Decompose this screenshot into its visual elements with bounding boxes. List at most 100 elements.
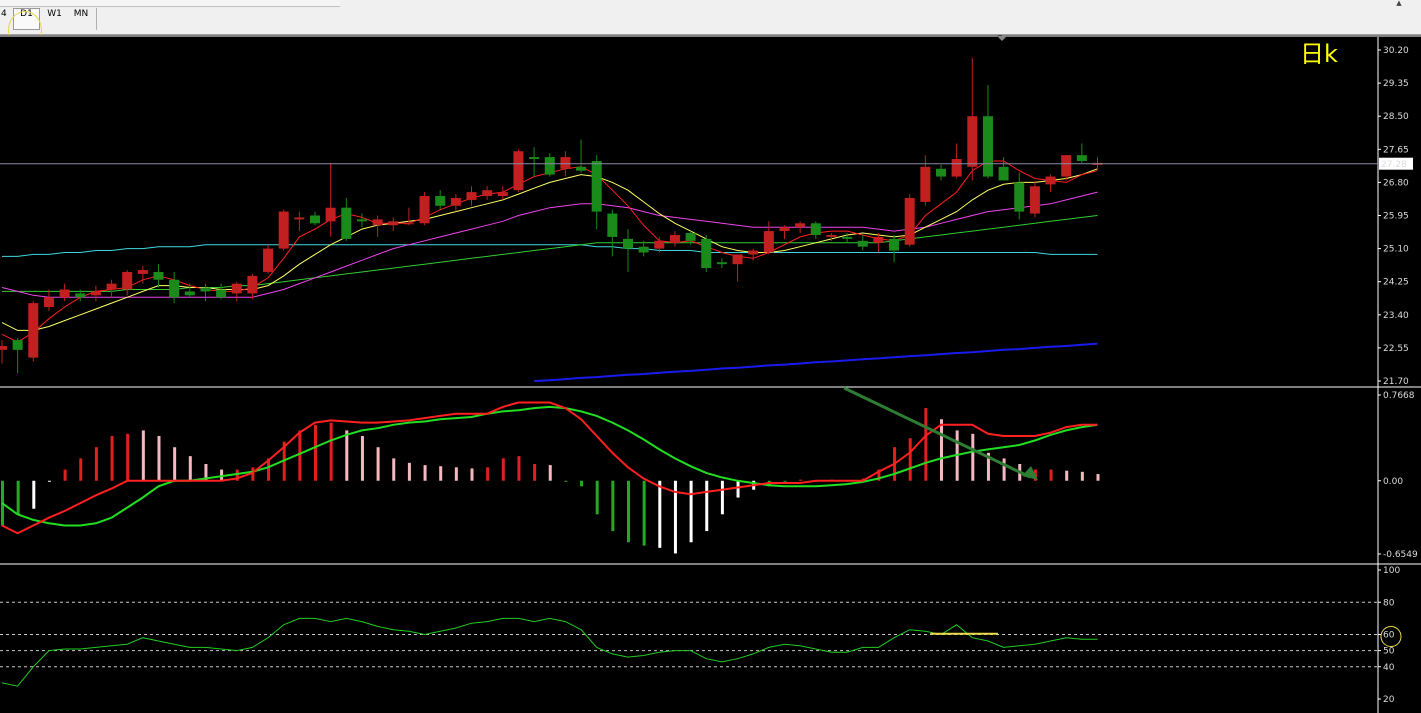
- price-tick-label: 21.70: [1383, 377, 1409, 387]
- candle-body: [654, 240, 665, 249]
- macd-histogram-bar: [94, 447, 98, 481]
- candle-body: [43, 297, 54, 308]
- candle-body: [325, 207, 336, 222]
- candle-body: [90, 291, 101, 296]
- price-tick-label: 30.20: [1383, 46, 1409, 56]
- candle-body: [685, 233, 696, 241]
- candle-body: [1061, 155, 1072, 177]
- candle-body: [28, 303, 39, 358]
- candle-body: [435, 196, 446, 206]
- macd-histogram-bar: [705, 480, 709, 532]
- tab-w1[interactable]: W1: [42, 8, 67, 30]
- macd-histogram-bar: [799, 479, 803, 481]
- candle-body: [842, 236, 853, 239]
- candle-body: [482, 190, 493, 197]
- macd-histogram-bar: [345, 430, 349, 481]
- candle-body: [951, 159, 962, 177]
- candle-body: [591, 160, 602, 212]
- macd-histogram-bar: [141, 430, 145, 481]
- candle-body: [122, 271, 133, 290]
- price-tick-label: 29.35: [1383, 79, 1409, 89]
- rsi-tick-label: 80: [1383, 598, 1395, 608]
- macd-histogram-bar: [486, 467, 490, 481]
- price-tick-label: 28.50: [1383, 112, 1409, 122]
- macd-histogram-bar: [783, 480, 787, 482]
- macd-histogram-bar: [924, 408, 928, 481]
- price-tick-label: 26.80: [1383, 178, 1409, 188]
- candle-body: [716, 262, 727, 265]
- macd-histogram-bar: [1002, 458, 1006, 481]
- candle-body: [419, 196, 430, 224]
- macd-histogram-bar: [564, 480, 568, 482]
- candle-body: [184, 291, 195, 296]
- current-price-label: 27.28: [1381, 160, 1407, 170]
- candle-body: [560, 157, 571, 169]
- macd-histogram-bar: [360, 436, 364, 481]
- price-tick-label: 25.95: [1383, 212, 1409, 222]
- candle-body: [873, 236, 884, 243]
- macd-histogram-bar: [16, 480, 20, 515]
- candle-body: [263, 248, 274, 272]
- rsi-tick-label: 100: [1383, 566, 1400, 576]
- candle-body: [216, 289, 227, 298]
- price-tick-label: 23.40: [1383, 311, 1409, 321]
- candle-body: [826, 234, 837, 237]
- macd-histogram-bar: [376, 447, 380, 481]
- price-tick-label: 27.65: [1383, 145, 1409, 155]
- macd-histogram-bar: [157, 436, 161, 481]
- candle-body: [748, 250, 759, 255]
- macd-histogram-bar: [470, 468, 474, 481]
- chart-background: [0, 35, 1421, 713]
- candle-body: [356, 219, 367, 222]
- tab-h4[interactable]: 4: [0, 8, 7, 30]
- candle-body: [341, 207, 352, 239]
- candle-body: [513, 151, 524, 191]
- macd-histogram-bar: [1065, 470, 1069, 481]
- scroll-up-icon[interactable]: ▲: [1392, 0, 1406, 7]
- rsi-tick-label: 50: [1383, 647, 1395, 657]
- candle-body: [982, 116, 993, 177]
- candle-body: [904, 197, 915, 245]
- candle-body: [544, 157, 555, 175]
- candle-body: [231, 283, 242, 294]
- macd-histogram-bar: [595, 480, 599, 515]
- tab-mn[interactable]: MN: [68, 8, 94, 30]
- macd-histogram-bar: [126, 433, 130, 481]
- macd-histogram-bar: [454, 467, 458, 481]
- rsi-tick-label: 20: [1383, 695, 1395, 705]
- macd-histogram-bar: [1049, 469, 1053, 481]
- chart-watermark: 日k: [1300, 40, 1338, 68]
- candle-body: [638, 246, 649, 253]
- candle-body: [1014, 182, 1025, 212]
- candle-body: [294, 217, 305, 220]
- macd-histogram-bar: [188, 456, 192, 481]
- chart-svg[interactable]: 30.20 29.35 28.50 27.65 26.80 25.95 25.10 24.25…: [0, 35, 1421, 713]
- macd-histogram-bar: [1096, 474, 1100, 481]
- candle-body: [466, 192, 477, 200]
- macd-histogram-bar: [611, 480, 615, 532]
- candle-body: [59, 289, 70, 298]
- price-tick-label: 25.10: [1383, 245, 1409, 255]
- toolbar-separator: [96, 8, 97, 30]
- candle-body: [576, 166, 587, 171]
- candle-body: [388, 221, 399, 226]
- toolbar: 4 D1 W1 MN ▲: [0, 0, 1421, 35]
- rsi-tick-label: 40: [1383, 663, 1395, 673]
- macd-histogram-bar: [439, 466, 443, 481]
- chart-area[interactable]: 30.20 29.35 28.50 27.65 26.80 25.95 25.10 24.25…: [0, 35, 1421, 713]
- macd-histogram-bar: [533, 463, 537, 481]
- candle-body: [857, 240, 868, 247]
- macd-histogram-bar: [908, 438, 912, 481]
- candle-body: [200, 287, 211, 292]
- candle-body: [497, 192, 508, 197]
- candle-body: [1029, 186, 1040, 214]
- macd-histogram-bar: [720, 480, 724, 515]
- candle-body: [450, 197, 461, 206]
- tab-d1[interactable]: D1: [13, 8, 40, 30]
- candle-body: [623, 238, 633, 249]
- macd-histogram-bar: [314, 424, 317, 481]
- candle-body: [998, 166, 1009, 181]
- macd-histogram-bar: [548, 465, 552, 481]
- candle-body: [372, 219, 383, 226]
- macd-histogram-bar: [63, 469, 67, 481]
